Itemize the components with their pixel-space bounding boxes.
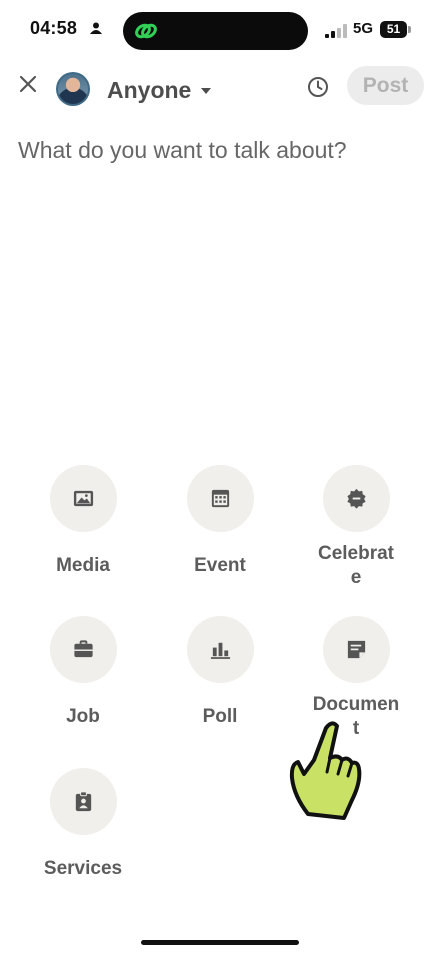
- person-icon: [90, 22, 102, 34]
- post-text-input[interactable]: [18, 137, 422, 164]
- job-button[interactable]: [50, 616, 117, 683]
- celebrate-button[interactable]: [323, 465, 390, 532]
- pointing-hand-icon: [289, 721, 362, 820]
- action-label-services: Services: [43, 858, 123, 879]
- poll-button[interactable]: [187, 616, 254, 683]
- action-label-event: Event: [194, 555, 246, 576]
- close-icon[interactable]: [18, 74, 38, 94]
- clock-icon[interactable]: [306, 75, 330, 99]
- link-icon: [135, 23, 157, 39]
- home-indicator[interactable]: [141, 940, 299, 945]
- services-button[interactable]: [50, 768, 117, 835]
- action-label-media: Media: [56, 555, 110, 576]
- audience-selector[interactable]: Anyone: [107, 77, 191, 104]
- status-time: 04:58: [30, 18, 78, 38]
- action-label-poll: Poll: [202, 706, 238, 727]
- event-button[interactable]: [187, 465, 254, 532]
- battery-indicator: 51: [380, 21, 407, 38]
- document-button[interactable]: [323, 616, 390, 683]
- action-label-job: Job: [66, 706, 100, 727]
- signal-icon: [325, 24, 347, 38]
- post-button[interactable]: Post: [347, 66, 424, 105]
- id-badge-icon: [75, 791, 92, 812]
- media-button[interactable]: [50, 465, 117, 532]
- image-icon: [73, 490, 94, 507]
- badge-icon: [347, 488, 366, 509]
- battery-cap: [408, 26, 411, 33]
- avatar[interactable]: [56, 72, 90, 106]
- action-label-celebrate: Celebrat e: [317, 543, 395, 588]
- calendar-icon: [211, 489, 230, 508]
- document-icon: [347, 640, 366, 659]
- briefcase-icon: [74, 640, 93, 658]
- bar-chart-icon: [210, 642, 231, 659]
- network-type: 5G: [353, 20, 374, 37]
- chevron-down-icon[interactable]: [201, 88, 211, 94]
